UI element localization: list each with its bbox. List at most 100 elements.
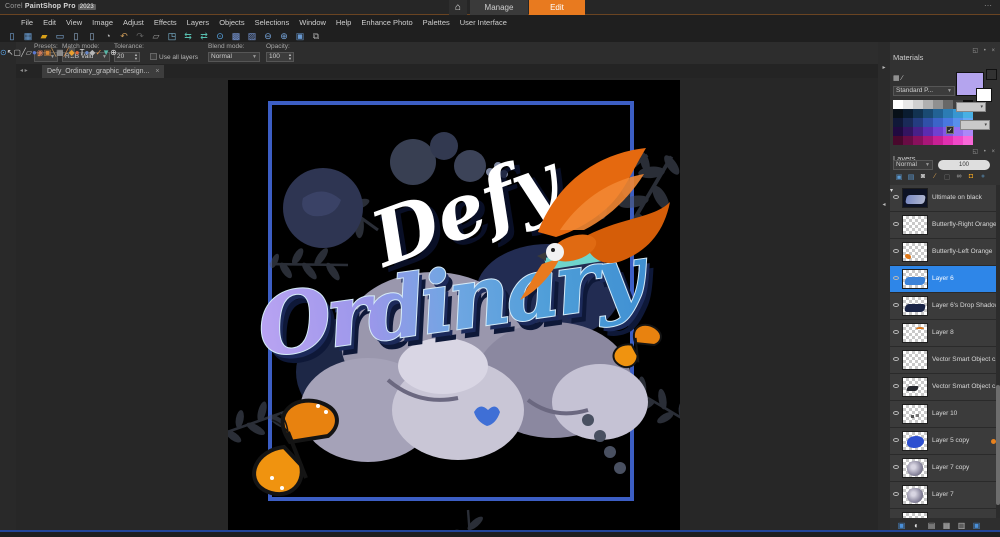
- menu-view[interactable]: View: [61, 18, 87, 27]
- layer-row[interactable]: Vector Smart Object c...: [890, 374, 1000, 401]
- home-icon[interactable]: ⌂: [449, 0, 467, 15]
- menu-image[interactable]: Image: [87, 18, 118, 27]
- menu-palettes[interactable]: Palettes: [418, 18, 455, 27]
- new-group-icon[interactable]: ▤: [905, 173, 917, 181]
- color-swatch-1-3[interactable]: [923, 109, 933, 118]
- color-swatch-1-5[interactable]: [943, 109, 953, 118]
- color-swatch-3-2[interactable]: [913, 127, 923, 136]
- menu-selections[interactable]: Selections: [250, 18, 295, 27]
- layer-thumbnail[interactable]: [902, 242, 928, 262]
- close-tab-icon[interactable]: ×: [155, 68, 159, 75]
- layer-thumbnail[interactable]: [902, 296, 928, 316]
- layer-visibility-toggle[interactable]: [893, 330, 899, 334]
- color-swatch-4-0[interactable]: [893, 136, 903, 145]
- layer-row[interactable]: Layer 8: [890, 320, 1000, 347]
- lock-transparency-icon[interactable]: ◙: [917, 173, 929, 181]
- color-swatch-2-4[interactable]: [933, 118, 943, 127]
- layer-row[interactable]: Layer 10: [890, 401, 1000, 428]
- color-swatch-2-0[interactable]: [893, 118, 903, 127]
- menu-objects[interactable]: Objects: [214, 18, 249, 27]
- layer-expand-caret[interactable]: ▾: [890, 187, 893, 194]
- layer-thumbnail[interactable]: [902, 350, 928, 370]
- delete-layer-icon[interactable]: ▥: [954, 521, 969, 530]
- resize-icon[interactable]: ◳: [164, 30, 180, 42]
- save-as-icon[interactable]: ▯: [84, 30, 100, 42]
- zoom-tool[interactable]: ⊙: [0, 48, 7, 57]
- edit-brush-icon[interactable]: ∕: [929, 173, 941, 181]
- color-swatch-1-2[interactable]: [913, 109, 923, 118]
- zoom-in-icon[interactable]: ⊕: [276, 30, 292, 42]
- background-style-button[interactable]: ▾: [960, 120, 990, 130]
- layer-row[interactable]: Butterfly-Right Orange: [890, 212, 1000, 239]
- capture-icon[interactable]: ◔: [100, 30, 116, 42]
- new-adjustment-layer-icon[interactable]: ◐: [909, 521, 924, 530]
- image-tools-icon[interactable]: ▩: [228, 30, 244, 42]
- delete-disabled-icon[interactable]: ▢: [941, 173, 953, 181]
- redo-icon[interactable]: ↷: [132, 30, 148, 42]
- layer-row[interactable]: Layer 7: [890, 482, 1000, 509]
- layer-thumbnail[interactable]: [902, 431, 928, 451]
- layers-window-controls[interactable]: ◱ • ×: [972, 148, 997, 155]
- save-icon[interactable]: ▯: [68, 30, 84, 42]
- color-swatch-4-3[interactable]: [923, 136, 933, 145]
- foreground-mini-chip[interactable]: [986, 69, 997, 80]
- selection-tool[interactable]: ▢: [13, 48, 21, 57]
- info-icon[interactable]: ⊙: [212, 30, 228, 42]
- scrollbar-thumb[interactable]: [996, 385, 1000, 505]
- color-swatch-4-4[interactable]: [933, 136, 943, 145]
- adjust-view-icon[interactable]: ▨: [244, 30, 260, 42]
- layer-row[interactable]: Vector Smart Object c...: [890, 347, 1000, 374]
- tab-edit[interactable]: Edit: [529, 0, 585, 15]
- layer-visibility-toggle[interactable]: [893, 465, 899, 469]
- new-raster-layer-icon[interactable]: ▣: [894, 521, 909, 530]
- image-canvas[interactable]: Ordinary Ordinary Ordinary Defy Defy: [207, 80, 707, 537]
- color-swatch-3-4[interactable]: [933, 127, 943, 136]
- color-swatch-0-4[interactable]: [933, 100, 943, 109]
- blend-mode-dropdown[interactable]: Normal ▼: [208, 52, 260, 62]
- tab-manage[interactable]: Manage: [470, 0, 528, 15]
- layer-row[interactable]: Layer 7 copy: [890, 455, 1000, 482]
- canvas-workspace[interactable]: Ordinary Ordinary Ordinary Defy Defy: [16, 78, 878, 537]
- color-swatch-0-0[interactable]: [893, 100, 903, 109]
- layer-visibility-toggle[interactable]: [893, 438, 899, 442]
- color-swatch-3-0[interactable]: [893, 127, 903, 136]
- redo-arrow-icon[interactable]: ⇄: [196, 30, 212, 42]
- crop-to-selection-icon[interactable]: ▱: [148, 30, 164, 42]
- layer-visibility-toggle[interactable]: [893, 357, 899, 361]
- zoom-out-icon[interactable]: ⊖: [260, 30, 276, 42]
- materials-window-controls[interactable]: ◱ • ×: [972, 47, 997, 54]
- duplicate-layer-icon[interactable]: ▦: [939, 521, 954, 530]
- menu-help[interactable]: Help: [331, 18, 356, 27]
- new-mask-layer-icon[interactable]: ▤: [924, 521, 939, 530]
- layer-thumbnail[interactable]: [902, 458, 928, 478]
- new-layer-icon[interactable]: ▣: [893, 173, 905, 181]
- color-swatch-1-4[interactable]: [933, 109, 943, 118]
- materials-preset-dropdown[interactable]: Standard P... ▼: [893, 86, 955, 96]
- mesh-warp-tool[interactable]: ▼: [102, 48, 110, 57]
- color-swatch-2-1[interactable]: [903, 118, 913, 127]
- layer-row[interactable]: Ultimate on black ▾: [890, 185, 1000, 212]
- color-swatch-1-1[interactable]: [903, 109, 913, 118]
- layer-thumbnail[interactable]: [902, 269, 928, 289]
- materials-tool-icons[interactable]: ▦ ∕: [893, 74, 903, 82]
- use-all-layers-checkbox[interactable]: Use all layers: [150, 53, 198, 61]
- layer-styles-icon[interactable]: ▣: [969, 521, 984, 530]
- color-swatch-0-5[interactable]: [943, 100, 953, 109]
- layer-visibility-toggle[interactable]: [893, 303, 899, 307]
- checkbox-box[interactable]: [150, 53, 157, 60]
- layers-scrollbar[interactable]: [996, 185, 1000, 518]
- menu-file[interactable]: File: [16, 18, 38, 27]
- expand-arrow-icon[interactable]: ◂: [878, 201, 890, 208]
- color-swatch-4-7[interactable]: [963, 136, 973, 145]
- layer-visibility-toggle[interactable]: [893, 222, 899, 226]
- layer-blend-mode-dropdown[interactable]: Normal ▼: [893, 160, 933, 170]
- layer-thumbnail[interactable]: [902, 377, 928, 397]
- pan-tool[interactable]: ⊕: [110, 48, 117, 57]
- menu-effects[interactable]: Effects: [149, 18, 182, 27]
- color-swatch-2-3[interactable]: [923, 118, 933, 127]
- swap-colors-checkbox[interactable]: ✓: [946, 126, 954, 134]
- duplicate-icon[interactable]: ⧉: [308, 30, 324, 42]
- collapse-arrow-icon[interactable]: ▸: [878, 64, 890, 71]
- lock-layer-icon[interactable]: ◘: [965, 173, 977, 181]
- layer-visibility-toggle[interactable]: [893, 492, 899, 496]
